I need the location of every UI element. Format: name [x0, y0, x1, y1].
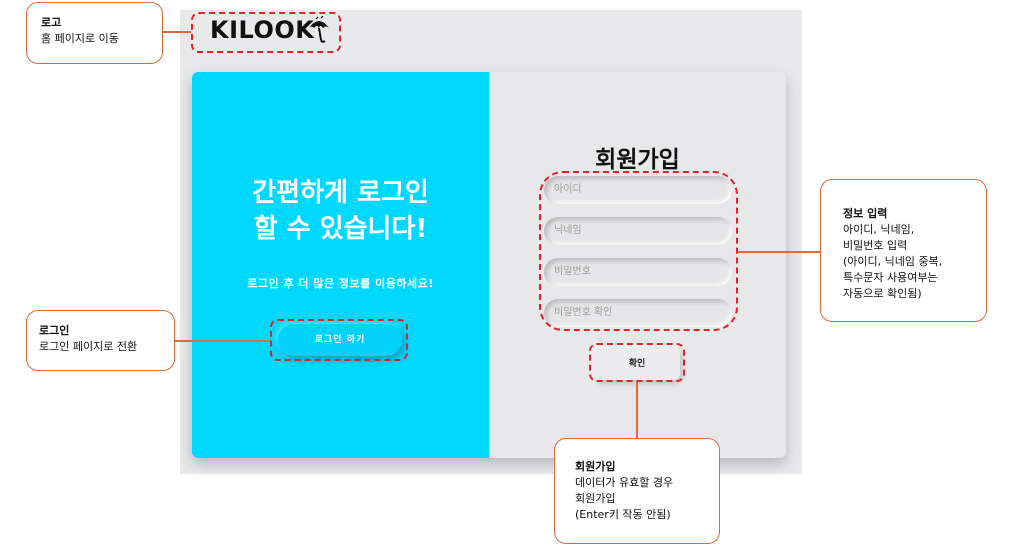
signup-callout-line: (Enter키 작동 안됨): [575, 508, 671, 521]
logo-highlight: [191, 12, 341, 53]
login-connector: [175, 340, 270, 342]
signup-connector: [636, 382, 638, 438]
info-callout: 정보 입력 아이디, 닉네임, 비밀번호 입력 (아이디, 닉네임 중복, 특수…: [820, 179, 987, 322]
signup-callout-line: 회원가입: [575, 492, 616, 505]
info-callout-title: 정보 입력: [843, 207, 888, 220]
confirm-button-highlight: [589, 343, 685, 382]
headline-line-2: 할 수 있습니다!: [253, 214, 428, 244]
info-callout-line: 자동으로 확인됨): [843, 287, 922, 300]
signup-title: 회원가입: [595, 147, 680, 173]
logo-connector: [163, 31, 191, 33]
login-button-highlight: [270, 319, 408, 361]
logo-callout-text: 홈 페이지로 이동: [41, 32, 119, 45]
signup-callout-line: 데이터가 유효할 경우: [575, 476, 674, 489]
logo-callout-title: 로고: [41, 16, 62, 29]
info-callout-line: 비밀번호 입력: [843, 239, 908, 252]
login-callout-title: 로그인: [39, 324, 70, 337]
input-fields-highlight: [539, 171, 738, 331]
info-callout-line: (아이디, 닉네임 중복,: [843, 255, 943, 268]
signup-callout: 회원가입 데이터가 유효할 경우 회원가입 (Enter키 작동 안됨): [554, 438, 720, 544]
info-connector: [738, 251, 820, 253]
info-callout-line: 아이디, 닉네임,: [843, 223, 915, 236]
headline-line-1: 간편하게 로그인: [252, 178, 429, 208]
signup-callout-title: 회원가입: [575, 460, 616, 473]
logo-callout: 로고 홈 페이지로 이동: [26, 2, 163, 64]
login-callout: 로그인 로그인 페이지로 전환: [26, 310, 175, 371]
info-callout-line: 특수문자 사용여부는: [843, 271, 938, 284]
login-callout-text: 로그인 페이지로 전환: [39, 340, 138, 353]
welcome-panel: 간편하게 로그인 할 수 있습니다! 로그인 후 더 많은 정보를 이용하세요!…: [192, 72, 489, 458]
welcome-subtext: 로그인 후 더 많은 정보를 이용하세요!: [247, 277, 434, 290]
